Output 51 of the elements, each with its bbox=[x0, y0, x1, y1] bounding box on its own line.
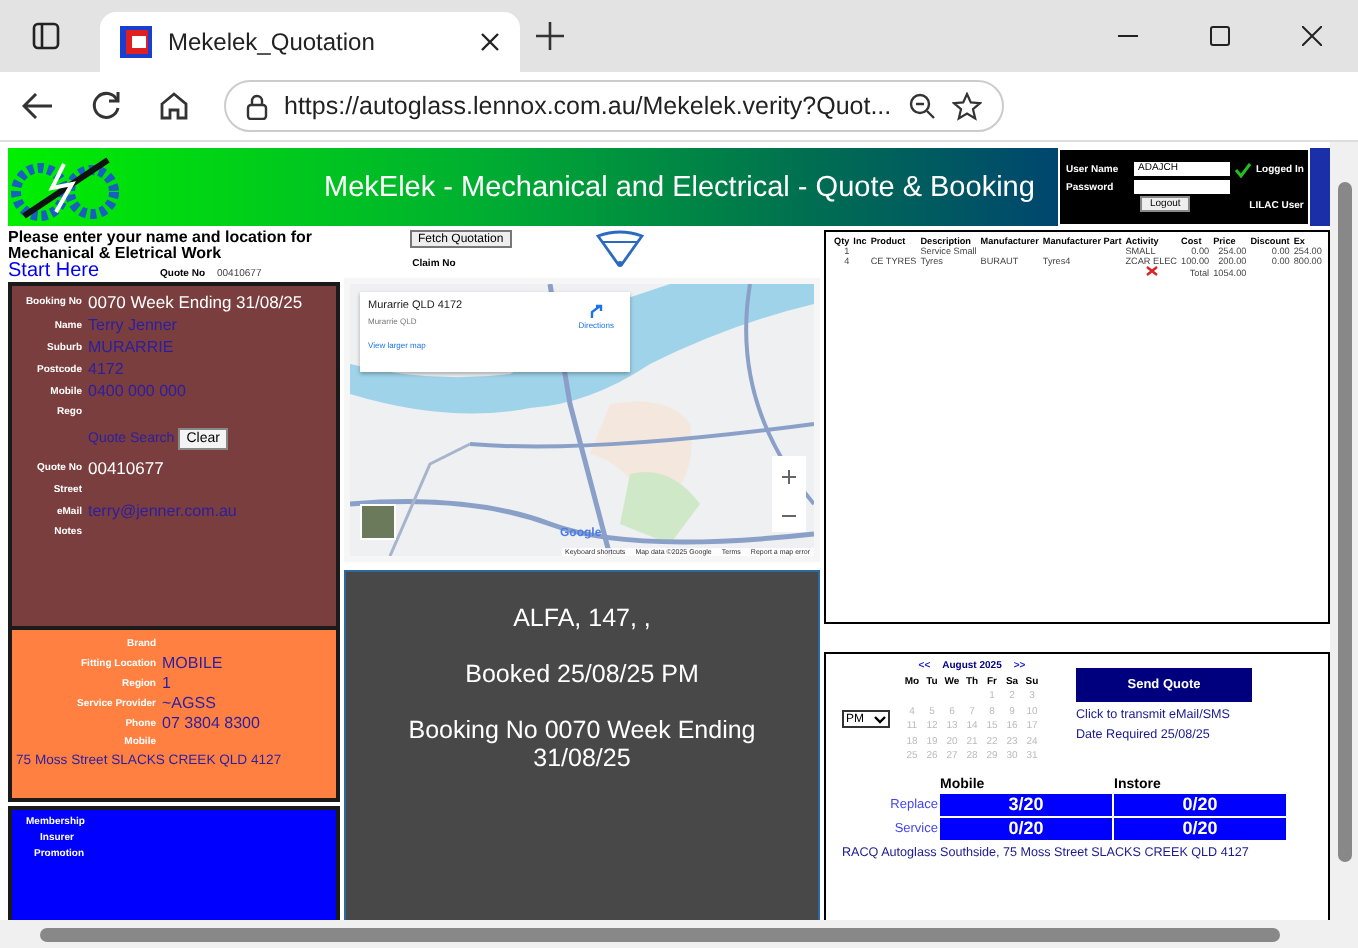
address-bar[interactable]: https://autoglass.lennox.com.au/Mekelek.verity?Quot... bbox=[224, 80, 1004, 132]
directions-icon bbox=[589, 304, 604, 318]
summary-text: ALFA, 147, , bbox=[511, 604, 653, 632]
back-icon[interactable] bbox=[22, 92, 54, 120]
minimize-icon[interactable] bbox=[1118, 34, 1138, 38]
field-value: 00410677 bbox=[88, 458, 166, 478]
plus-icon[interactable] bbox=[782, 470, 796, 485]
url-text: https://autoglass.lennox.com.au/Mekelek.verity?Quot... bbox=[284, 92, 892, 120]
close-icon[interactable] bbox=[480, 32, 500, 52]
caret-icon bbox=[874, 715, 886, 723]
field-value: 0070 Week Ending 31/08/25 bbox=[88, 292, 305, 312]
tab-title: Mekelek_Quotation bbox=[168, 28, 377, 56]
capacity-cell[interactable]: 0/20 bbox=[1114, 793, 1286, 815]
field-value: MOBILE bbox=[162, 654, 225, 672]
reload-icon[interactable] bbox=[90, 90, 122, 122]
delete-icon[interactable] bbox=[1145, 266, 1158, 276]
summary-text: Booked 25/08/25 PM bbox=[463, 660, 701, 688]
windscreen-icon bbox=[594, 230, 646, 270]
lock-icon bbox=[246, 93, 268, 119]
satellite-thumbnail[interactable] bbox=[360, 504, 396, 540]
password-field[interactable] bbox=[1134, 180, 1230, 194]
sidebar-icon[interactable] bbox=[32, 22, 60, 50]
field-value: 4172 bbox=[88, 360, 126, 378]
start-here-link[interactable]: Start Here bbox=[8, 262, 100, 282]
new-tab-icon[interactable] bbox=[536, 22, 564, 50]
vertical-scrollbar[interactable] bbox=[1330, 142, 1358, 920]
banner-strip bbox=[1310, 148, 1330, 226]
zoom-out-icon[interactable] bbox=[908, 92, 936, 120]
field-value: 0400 000 000 bbox=[88, 382, 188, 400]
field-value: 1 bbox=[162, 674, 173, 692]
field-value: MURARRIE bbox=[88, 338, 176, 356]
capacity-cell[interactable]: 0/20 bbox=[1114, 817, 1286, 839]
zoom-control[interactable] bbox=[772, 456, 806, 532]
field-value: ~AGSS bbox=[162, 694, 218, 712]
capacity-cell[interactable]: 0/20 bbox=[940, 817, 1112, 839]
favicon-icon bbox=[120, 26, 152, 58]
field-value: terry@jenner.com.au bbox=[88, 502, 239, 520]
maximize-icon[interactable] bbox=[1210, 26, 1230, 46]
capacity-cell[interactable]: 3/20 bbox=[940, 793, 1112, 815]
minus-icon[interactable] bbox=[782, 513, 796, 518]
close-icon[interactable] bbox=[1302, 26, 1322, 46]
instruction-text: Please enter your name and location for Mechanical & Eletrical Work bbox=[8, 230, 315, 262]
browser-tab[interactable]: Mekelek_Quotation bbox=[100, 12, 520, 72]
summary-text: Booking No 0070 Week Ending 31/08/25 bbox=[406, 716, 758, 772]
field-value: Terry Jenner bbox=[88, 316, 179, 334]
star-icon[interactable] bbox=[952, 91, 982, 121]
field-value: 07 3804 8300 bbox=[162, 714, 262, 732]
page-title: MekElek - Mechanical and Electrical - Quote & Booking bbox=[322, 169, 1037, 207]
check-icon bbox=[1234, 161, 1252, 177]
horizontal-scrollbar[interactable] bbox=[0, 920, 1358, 948]
home-icon[interactable] bbox=[158, 90, 190, 122]
